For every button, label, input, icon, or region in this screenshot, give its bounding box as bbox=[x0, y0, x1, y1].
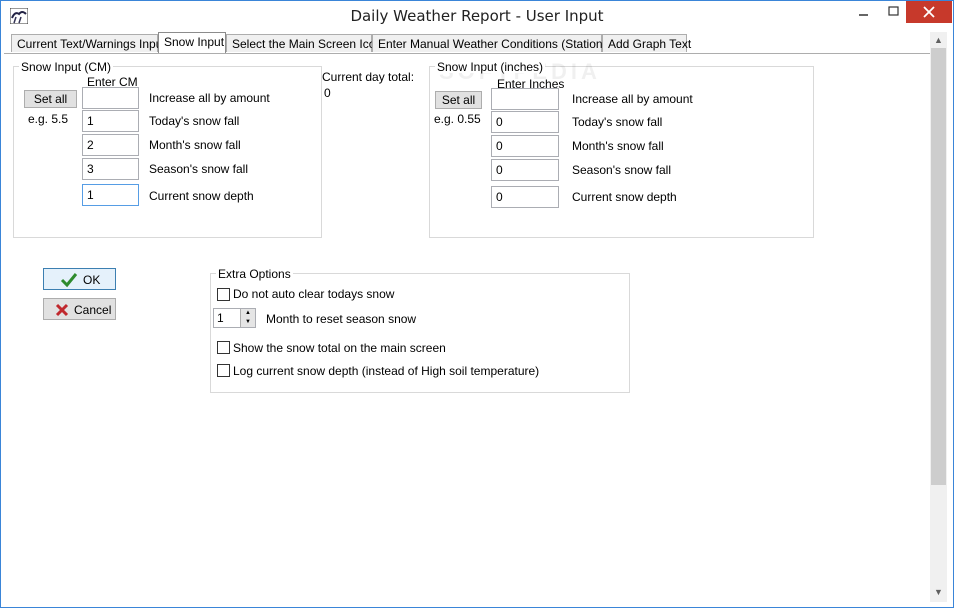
scroll-thumb[interactable] bbox=[931, 48, 946, 485]
in-increase-label: Increase all by amount bbox=[572, 92, 693, 106]
in-month-input[interactable]: 0 bbox=[491, 135, 559, 157]
ok-label: OK bbox=[83, 273, 101, 287]
tab-manual-weather[interactable]: Enter Manual Weather Conditions (Station… bbox=[372, 34, 628, 52]
in-depth-label: Current snow depth bbox=[572, 190, 677, 204]
show-total-label: Show the snow total on the main screen bbox=[233, 341, 446, 355]
scroll-down-icon[interactable]: ▼ bbox=[930, 584, 947, 600]
no-auto-clear-checkbox[interactable] bbox=[217, 288, 230, 301]
in-depth-input[interactable]: 0 bbox=[491, 186, 559, 208]
snow-cm-legend: Snow Input (CM) bbox=[19, 60, 114, 74]
window-title: Daily Weather Report - User Input bbox=[350, 7, 604, 25]
close-button[interactable] bbox=[906, 1, 952, 23]
maximize-button[interactable] bbox=[879, 1, 908, 23]
in-today-input[interactable]: 0 bbox=[491, 111, 559, 133]
cancel-button[interactable]: Cancel bbox=[43, 298, 116, 320]
month-reset-spinner[interactable]: 1 ▲ ▼ bbox=[213, 308, 256, 328]
scroll-up-icon[interactable]: ▲ bbox=[930, 32, 947, 48]
extra-options-legend: Extra Options bbox=[216, 267, 293, 281]
cm-season-input[interactable]: 3 bbox=[82, 158, 139, 180]
cm-depth-label: Current snow depth bbox=[149, 189, 254, 203]
month-reset-value: 1 bbox=[217, 311, 224, 325]
cm-today-input[interactable]: 1 bbox=[82, 110, 139, 132]
set-all-cm-button[interactable]: Set all bbox=[24, 90, 77, 108]
x-icon bbox=[55, 303, 69, 317]
ok-button[interactable]: OK bbox=[43, 268, 116, 290]
tab-snow-input[interactable]: Snow Input bbox=[158, 32, 226, 53]
cm-increase-label: Increase all by amount bbox=[149, 91, 270, 105]
vertical-scrollbar[interactable]: ▲ ▼ bbox=[930, 32, 947, 602]
in-season-label: Season's snow fall bbox=[572, 163, 672, 177]
in-increase-input[interactable] bbox=[491, 88, 559, 110]
example-inches-label: e.g. 0.55 bbox=[434, 112, 481, 126]
tab-current-text-warnings[interactable]: Current Text/Warnings Input bbox=[11, 34, 166, 52]
no-auto-clear-label: Do not auto clear todays snow bbox=[233, 287, 395, 301]
app-window: Daily Weather Report - User Input Curren… bbox=[0, 0, 954, 608]
cm-season-label: Season's snow fall bbox=[149, 162, 249, 176]
minimize-button[interactable] bbox=[849, 1, 878, 23]
log-depth-label: Log current snow depth (instead of High … bbox=[233, 364, 540, 378]
show-total-checkbox[interactable] bbox=[217, 341, 230, 354]
tab-add-graph-text[interactable]: Add Graph Text bbox=[602, 34, 691, 52]
checkmark-icon bbox=[60, 273, 78, 288]
month-reset-label: Month to reset season snow bbox=[266, 312, 417, 326]
cm-today-label: Today's snow fall bbox=[149, 114, 240, 128]
in-today-label: Today's snow fall bbox=[572, 115, 663, 129]
log-depth-checkbox[interactable] bbox=[217, 364, 230, 377]
snow-inches-legend: Snow Input (inches) bbox=[435, 60, 546, 74]
cm-month-input[interactable]: 2 bbox=[82, 134, 139, 156]
cm-month-label: Month's snow fall bbox=[149, 138, 241, 152]
spin-down-icon[interactable]: ▼ bbox=[240, 318, 255, 327]
in-month-label: Month's snow fall bbox=[572, 139, 664, 153]
current-day-total-label: Current day total: bbox=[322, 70, 415, 84]
cm-increase-input[interactable] bbox=[82, 87, 139, 109]
close-icon bbox=[923, 6, 935, 18]
example-cm-label: e.g. 5.5 bbox=[28, 112, 69, 126]
cm-depth-input[interactable]: 1 bbox=[82, 184, 139, 206]
current-day-total-value: 0 bbox=[324, 86, 331, 100]
set-all-inches-button[interactable]: Set all bbox=[435, 91, 482, 109]
tab-main-screen-icon[interactable]: Select the Main Screen Icon bbox=[226, 34, 382, 52]
title-bar[interactable]: Daily Weather Report - User Input bbox=[1, 1, 953, 32]
cancel-label: Cancel bbox=[74, 303, 112, 317]
in-season-input[interactable]: 0 bbox=[491, 159, 559, 181]
